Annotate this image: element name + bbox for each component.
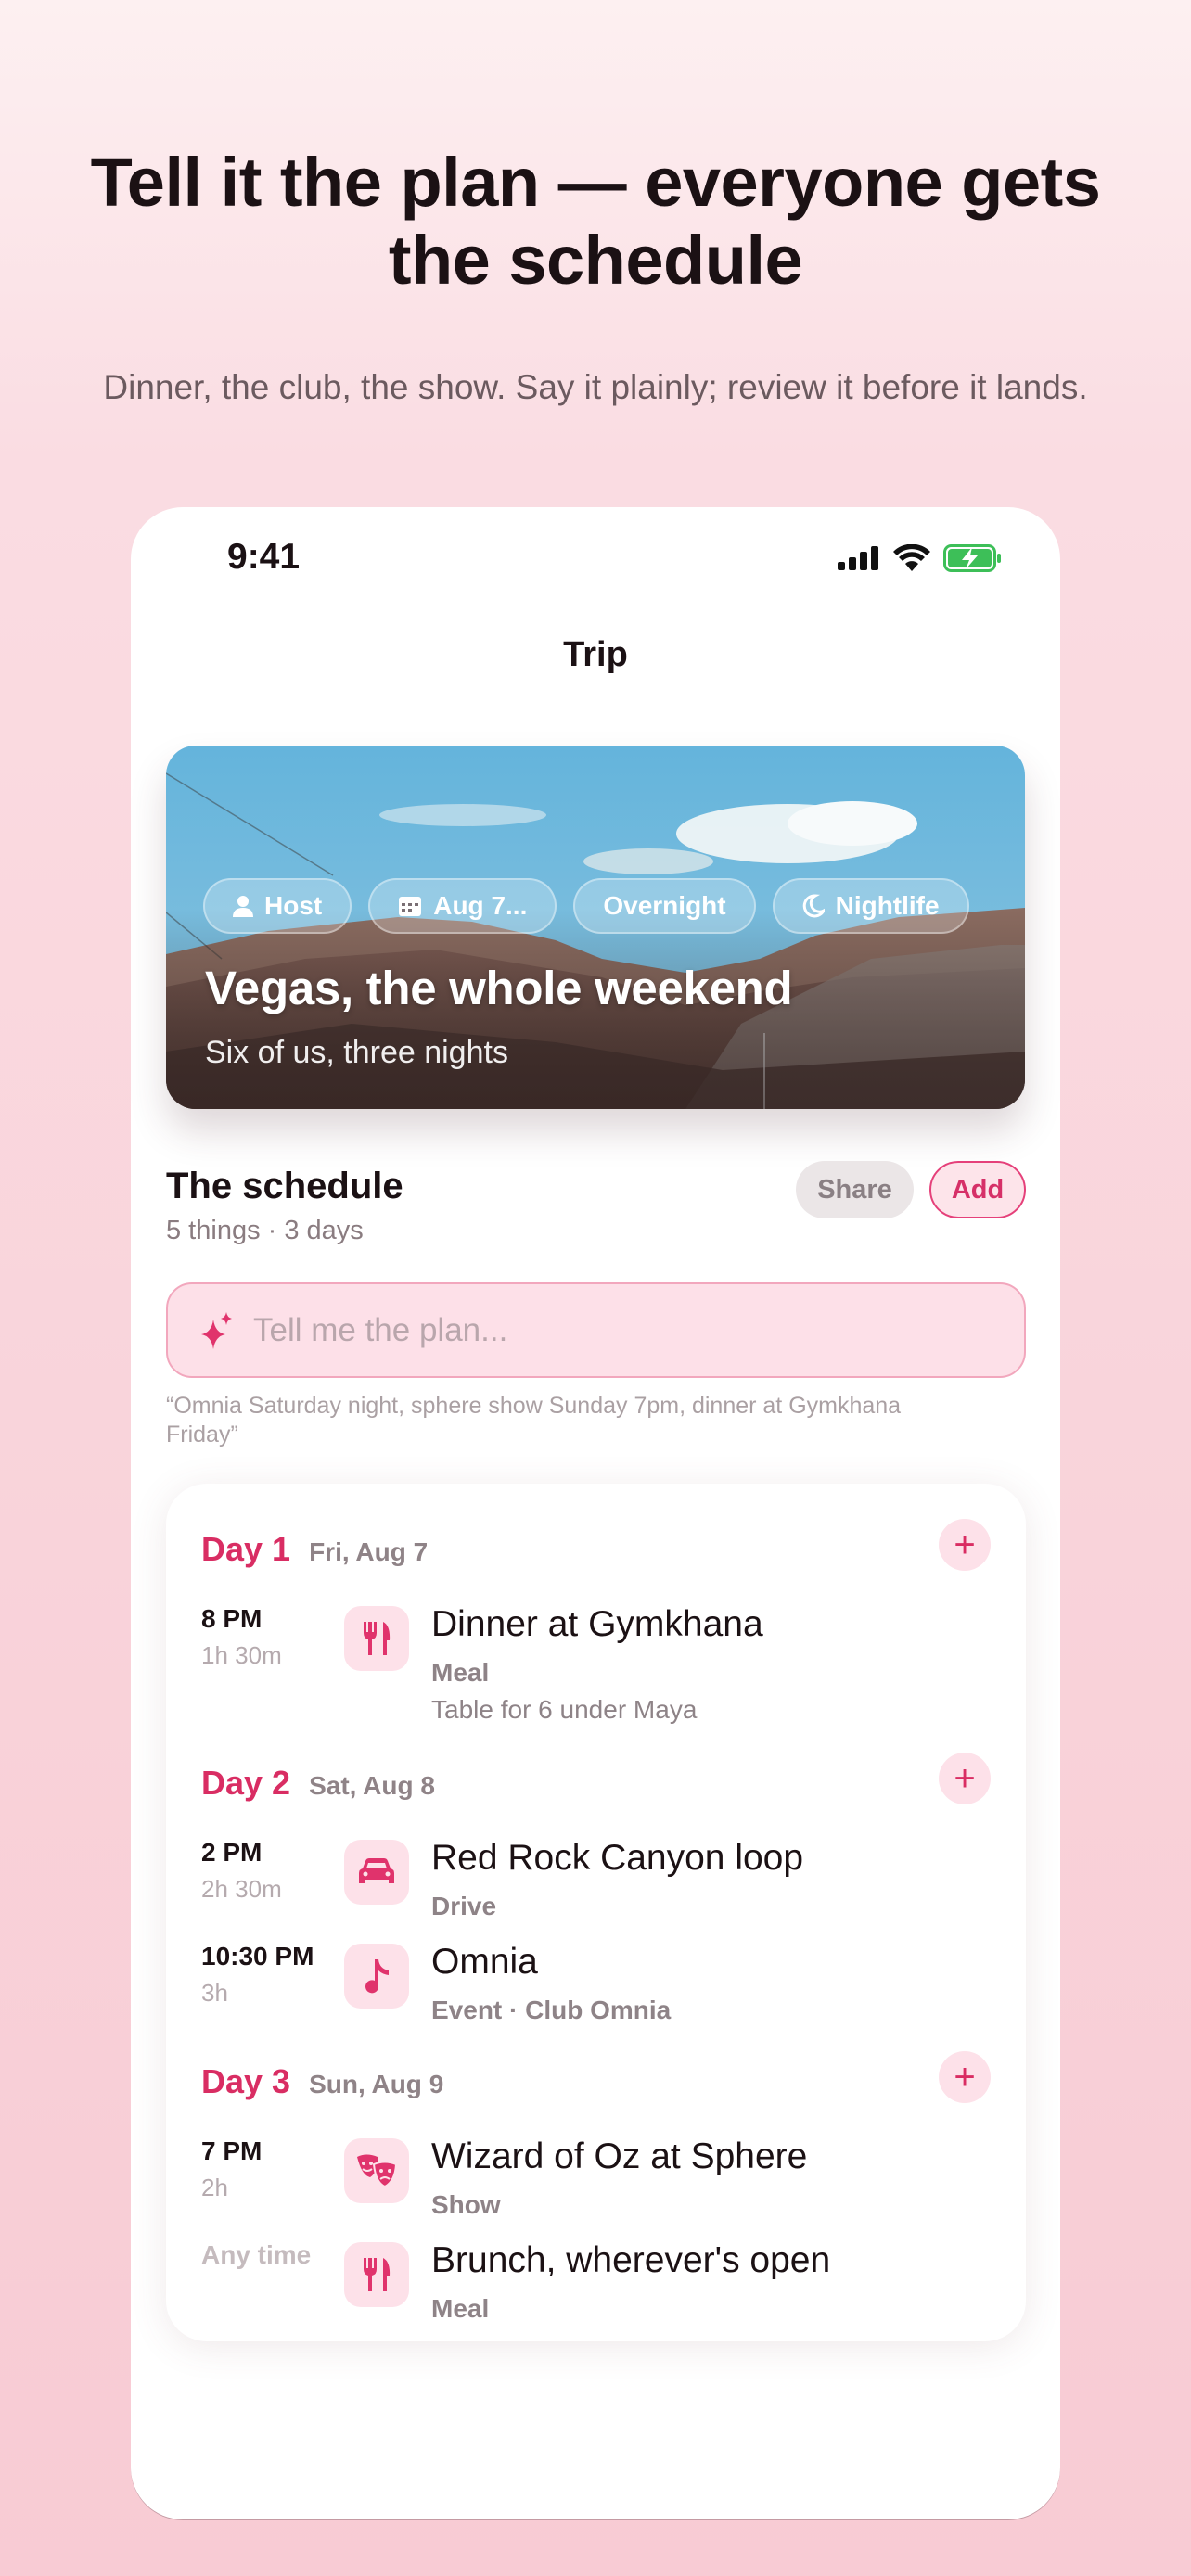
plan-input-field[interactable] [166,1282,1026,1378]
day-header: Day 2 Sat, Aug 8 [201,1764,435,1803]
sparkle-icon [201,1311,232,1349]
trip-subtitle: Six of us, three nights [205,1035,508,1070]
plan-input[interactable] [253,1311,977,1349]
wifi-icon [893,544,930,571]
day-date: Sat, Aug 8 [309,1771,435,1800]
chip-overnight[interactable]: Overnight [573,878,756,934]
music-note-icon [344,1944,409,2009]
chip-label: Host [264,891,323,920]
schedule-card: Day 1 Fri, Aug 7 + 8 PM 1h 30m Dinner at… [166,1484,1026,2341]
item-time: 10:30 PM [201,1942,314,1970]
calendar-icon [399,897,422,916]
share-button[interactable]: Share [796,1161,914,1218]
day-header: Day 1 Fri, Aug 7 [201,1530,428,1569]
list-item[interactable]: 7 PM 2h Wizard of Oz at Sphere Show [201,2136,990,2238]
schedule-meta: 5 things · 3 days [166,1216,364,1245]
cellular-signal-icon [838,546,878,570]
chip-host[interactable]: Host [203,878,352,934]
add-to-day-button[interactable]: + [939,1519,991,1571]
add-button[interactable]: Add [929,1161,1026,1218]
nav-title: Trip [563,635,628,674]
item-duration: 1h 30m [201,1641,282,1669]
add-to-day-button[interactable]: + [939,1753,991,1804]
list-item[interactable]: 2 PM 2h 30m Red Rock Canyon loop Drive [201,1838,990,1940]
item-subtitle: Meal [431,2294,490,2323]
item-duration: 2h [201,2174,228,2201]
person-icon [233,896,253,917]
item-title: Red Rock Canyon loop [431,1838,804,1878]
chip-label: Overnight [603,891,726,920]
item-subtitle: Meal [431,1658,490,1687]
fork-knife-icon [344,1606,409,1671]
list-item[interactable]: 8 PM 1h 30m Dinner at Gymkhana Meal Tabl… [201,1604,990,1724]
item-time: 8 PM [201,1604,263,1633]
item-time: Any time [201,2240,312,2269]
list-item[interactable]: Any time Brunch, wherever's open Meal [201,2240,990,2342]
item-title: Omnia [431,1942,538,1982]
trip-chips: Host Aug 7... Overnight Nightlife [203,878,969,934]
item-time: 7 PM [201,2136,263,2165]
phone-screen: 9:41 Trip Host Aug 7... Overnight Nightl… [131,507,1060,2519]
input-hint: “Omnia Saturday night, sphere show Sunda… [166,1393,902,1447]
day-label: Day 3 [201,2062,291,2100]
add-to-day-button[interactable]: + [939,2051,991,2103]
item-title: Dinner at Gymkhana [431,1604,763,1644]
status-time: 9:41 [227,537,301,577]
day-date: Fri, Aug 7 [309,1537,429,1566]
trip-title: Vegas, the whole weekend [205,962,793,1014]
subhead: Dinner, the club, the show. Say it plain… [103,368,1088,406]
item-duration: 2h 30m [201,1875,282,1903]
status-icons [838,544,1003,572]
car-icon [344,1840,409,1905]
item-subtitle: Drive [431,1892,497,1920]
chip-label: Nightlife [835,891,940,920]
list-item[interactable]: 10:30 PM 3h Omnia Event · Club Omnia [201,1942,990,2044]
day-date: Sun, Aug 9 [309,2070,444,2098]
item-subtitle: Event · Club Omnia [431,1996,672,2024]
item-time: 2 PM [201,1838,263,1867]
battery-charging-icon [943,544,1001,572]
item-subtitle: Show [431,2190,501,2219]
fork-knife-icon [344,2242,409,2307]
day-label: Day 2 [201,1764,291,1802]
chip-dates[interactable]: Aug 7... [368,878,557,934]
headline: Tell it the plan — everyone gets the sch… [90,144,1101,299]
moon-icon [802,894,825,918]
item-note: Table for 6 under Maya [431,1695,698,1724]
schedule-title: The schedule [166,1166,403,1206]
theater-masks-icon [344,2138,409,2203]
trip-hero-card[interactable]: Host Aug 7... Overnight Nightlife Vegas,… [166,746,1025,1109]
chip-nightlife[interactable]: Nightlife [772,878,969,934]
day-label: Day 1 [201,1530,291,1568]
item-title: Brunch, wherever's open [431,2240,831,2280]
item-title: Wizard of Oz at Sphere [431,2136,808,2176]
day-header: Day 3 Sun, Aug 9 [201,2062,443,2101]
chip-label: Aug 7... [433,891,528,920]
item-duration: 3h [201,1979,228,2007]
